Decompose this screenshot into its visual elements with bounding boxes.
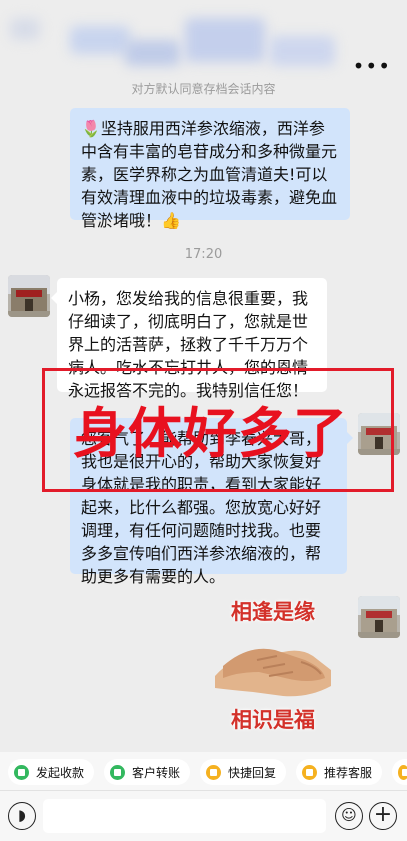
- sticker-caption-bottom: 相识是福: [231, 708, 315, 732]
- header-blur-4: [270, 36, 335, 66]
- quick-reply-label: 快捷回复: [228, 765, 277, 780]
- start-payment-button[interactable]: 发起收款: [8, 759, 95, 785]
- payment-icon: [14, 764, 29, 780]
- quick-actions-bar: 发起收款 客户转账 快捷回复 推荐客服: [0, 752, 407, 790]
- recommend-service-label: 推荐客服: [324, 765, 373, 780]
- message-bubble-incoming[interactable]: 小杨，您发给我的信息很重要，我仔细读了，彻底明白了，您就是世界上的活菩萨，拯救了…: [51, 278, 327, 400]
- emoji-icon[interactable]: ☺: [335, 802, 363, 830]
- recommend-icon: [302, 764, 317, 780]
- recommend-service-button[interactable]: 推荐客服: [296, 759, 383, 785]
- message-bubble-outgoing-1[interactable]: 🌷坚持服用西洋参浓缩液，西洋参中含有丰富的皂苷成分和多种微量元素，医学界称之为血…: [70, 108, 350, 230]
- message-timestamp: 17:20: [184, 247, 223, 262]
- handshake-icon: [215, 648, 331, 697]
- sticker-caption-top: 相逢是缘: [231, 600, 315, 624]
- more-dots-icon[interactable]: •••: [353, 54, 391, 78]
- plus-icon[interactable]: +: [369, 802, 397, 830]
- more-actions-button[interactable]: [392, 759, 407, 785]
- customer-transfer-button[interactable]: 客户转账: [104, 759, 191, 785]
- header-blur-3: [185, 18, 265, 62]
- handshake-sticker[interactable]: 相逢是缘 相识是福: [208, 596, 338, 734]
- contact-avatar[interactable]: [8, 275, 50, 317]
- start-payment-label: 发起收款: [36, 765, 85, 780]
- chat-header: ••• 对方默认同意存档会话内容: [0, 0, 407, 100]
- quick-reply-button[interactable]: 快捷回复: [200, 759, 287, 785]
- my-avatar-2[interactable]: [358, 596, 400, 638]
- overlay-caption: 身体好多了: [73, 402, 348, 465]
- message-input[interactable]: [43, 799, 326, 833]
- transfer-icon: [110, 764, 125, 780]
- archive-notice: 对方默认同意存档会话内容: [131, 82, 276, 96]
- header-blur-1: [70, 26, 130, 54]
- customer-transfer-label: 客户转账: [132, 765, 181, 780]
- more-actions-icon: [398, 764, 407, 780]
- quick-reply-icon: [206, 764, 221, 780]
- header-blur-2: [125, 40, 180, 66]
- back-area-blur[interactable]: [10, 18, 40, 40]
- voice-icon[interactable]: ◗: [8, 802, 36, 830]
- input-bar: ◗ ☺ +: [0, 790, 407, 841]
